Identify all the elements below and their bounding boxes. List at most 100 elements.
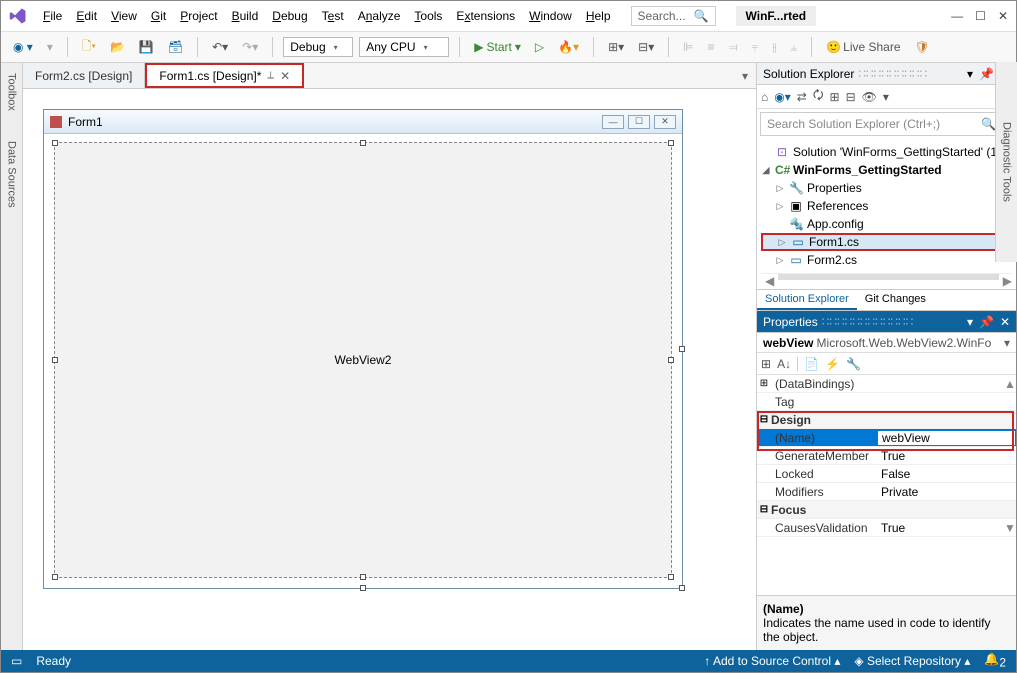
new-item-button[interactable]: 🗋▾ [78,35,100,60]
close-tab-icon[interactable]: ✕ [280,69,290,83]
status-ready: Ready [36,654,71,668]
close-button[interactable]: ✕ [998,9,1008,23]
designer-canvas[interactable]: Form1 — ☐ ✕ WebView2 [23,89,756,650]
search-icon: 🔍 [981,117,996,131]
menu-extensions[interactable]: Extensions [450,5,521,27]
se-search[interactable]: Search Solution Explorer (Ctrl+;) 🔍▾ [760,112,1013,136]
statusbar: ▭ Ready ↑ Add to Source Control ▴ ◈ Sele… [1,650,1016,672]
se-a-icon[interactable]: ▾ [883,90,889,104]
notifications-button[interactable]: 🔔2 [984,652,1006,669]
property-grid[interactable]: ⊞(DataBindings)▲ Tag Design (Name)webVie… [757,375,1016,595]
quick-search[interactable]: Search... 🔍 [631,6,716,26]
undo-button[interactable]: ↶▾ [208,38,232,56]
hot-reload-button[interactable]: 🔥▾ [554,38,583,56]
form-titlebar: Form1 — ☐ ✕ [44,110,682,134]
form-close-icon: ✕ [654,115,676,129]
se-collapse-icon[interactable]: ⊟ [846,90,856,104]
align-bottom[interactable]: ⫨ [786,38,801,57]
main-menu: File Edit View Git Project Build Debug T… [37,5,617,27]
control-label: WebView2 [335,353,392,367]
se-tab-git[interactable]: Git Changes [857,290,934,310]
menu-view[interactable]: View [105,5,143,27]
layout-toggle2[interactable]: ⊟▾ [634,38,658,56]
solution-explorer-header: Solution Explorer ∷∷∷∷∷∷∷∷∷ ▾📌✕ [757,63,1016,85]
save-all-button[interactable]: 🗃 [164,38,187,56]
config-dropdown[interactable]: Debug [283,37,353,57]
back-button[interactable]: ◉ ▾ [9,38,37,56]
align-middle[interactable]: ⫲ [769,38,781,57]
tab-form1[interactable]: Form1.cs [Design]* ⟂ ✕ [145,63,304,88]
prop-name-row[interactable]: (Name)webView [757,429,1016,447]
menu-test[interactable]: Test [316,5,350,27]
platform-dropdown[interactable]: Any CPU [359,37,449,57]
se-sync-icon[interactable]: ⇄ [797,90,807,104]
se-back-icon[interactable]: ◉▾ [774,90,791,104]
layout-toggle1[interactable]: ⊞▾ [604,38,628,56]
prop-props-icon[interactable]: 📄 [804,357,819,371]
panel-menu-icon[interactable]: ▾ [967,315,973,329]
solution-tree[interactable]: ⊡Solution 'WinForms_GettingStarted' (1 ◢… [757,139,1016,289]
toolbox-tab[interactable]: Toolbox [6,73,18,111]
se-tab-solution[interactable]: Solution Explorer [757,290,857,310]
open-button[interactable]: 📂 [106,38,129,56]
menu-project[interactable]: Project [174,5,223,27]
prop-description: (Name) Indicates the name used in code t… [757,595,1016,650]
solution-title[interactable]: WinF...rted [736,6,817,26]
minimize-button[interactable]: — [951,9,963,23]
tabs-overflow[interactable]: ▾ [734,63,756,88]
data-sources-tab[interactable]: Data Sources [6,141,18,208]
left-tool-tabs: Toolbox Data Sources [1,63,23,650]
se-home-icon[interactable]: ⌂ [761,90,768,104]
menu-build[interactable]: Build [226,5,265,27]
menu-window[interactable]: Window [523,5,578,27]
prop-events-icon[interactable]: ⚡ [825,357,840,371]
tree-form1[interactable]: ▷▭Form1.cs [761,233,1012,251]
save-button[interactable]: 💾 [135,38,158,56]
se-bottom-tabs: Solution Explorer Git Changes [757,289,1016,311]
pin-icon[interactable]: ⟂ [267,70,274,81]
form-icon [50,116,62,128]
se-filter-icon[interactable]: ⊞ [830,90,840,104]
menu-edit[interactable]: Edit [70,5,103,27]
main-toolbar: ◉ ▾ ▾ 🗋▾ 📂 💾 🗃 ↶▾ ↷▾ Debug Any CPU Start… [1,31,1016,63]
align-left[interactable]: ⊫ [679,38,697,56]
prop-object-dd[interactable]: ▾ [1004,336,1010,350]
admin-icon[interactable]: 🛡 [911,38,934,56]
menu-analyze[interactable]: Analyze [352,5,407,27]
right-panels: Solution Explorer ∷∷∷∷∷∷∷∷∷ ▾📌✕ ⌂ ◉▾ ⇄ 🗘… [756,63,1016,650]
vs-logo-icon [9,7,27,25]
liveshare-button[interactable]: 🙂 Live Share [822,38,904,56]
prop-az-icon[interactable]: A↓ [777,357,791,371]
menu-debug[interactable]: Debug [266,5,313,27]
prop-cat-icon[interactable]: ⊞ [761,357,771,371]
webview-control[interactable]: WebView2 [54,142,672,578]
properties-header: Properties ∷∷∷∷∷∷∷∷∷∷∷∷ ▾📌✕ [757,311,1016,333]
se-show-icon[interactable]: 👁 [862,90,877,104]
start-button[interactable]: Start ▾ [470,38,525,56]
menu-git[interactable]: Git [145,5,172,27]
form-designer[interactable]: Form1 — ☐ ✕ WebView2 [43,109,683,589]
prop-wrench-icon[interactable]: 🔧 [846,357,861,371]
pin-icon[interactable]: 📌 [979,315,994,329]
pin-icon[interactable]: 📌 [979,67,994,81]
prop-object: webView [763,336,813,350]
repo-button[interactable]: ◈ Select Repository ▴ [854,654,970,668]
align-right[interactable]: ⫤ [725,38,742,57]
close-panel-icon[interactable]: ✕ [1000,315,1010,329]
maximize-button[interactable]: ☐ [975,9,986,23]
source-control-button[interactable]: ↑ Add to Source Control ▴ [704,654,840,668]
diagnostic-tab[interactable]: Diagnostic Tools [995,62,1017,262]
menu-help[interactable]: Help [580,5,617,27]
tab-form2[interactable]: Form2.cs [Design] [23,63,145,88]
align-top[interactable]: ⫧ [748,38,763,57]
menu-file[interactable]: File [37,5,68,27]
align-center[interactable]: ≡ [704,38,719,56]
redo-button[interactable]: ↷▾ [238,38,262,56]
se-refresh-icon[interactable]: 🗘 [813,86,824,107]
menu-tools[interactable]: Tools [408,5,448,27]
start-no-debug-button[interactable]: ▷ [531,38,548,56]
document-tabs: Form2.cs [Design] Form1.cs [Design]* ⟂ ✕… [23,63,756,89]
forward-button[interactable]: ▾ [43,38,57,56]
panel-menu-icon[interactable]: ▾ [967,67,973,81]
se-toolbar: ⌂ ◉▾ ⇄ 🗘 ⊞ ⊟ 👁 ▾ [757,85,1016,109]
